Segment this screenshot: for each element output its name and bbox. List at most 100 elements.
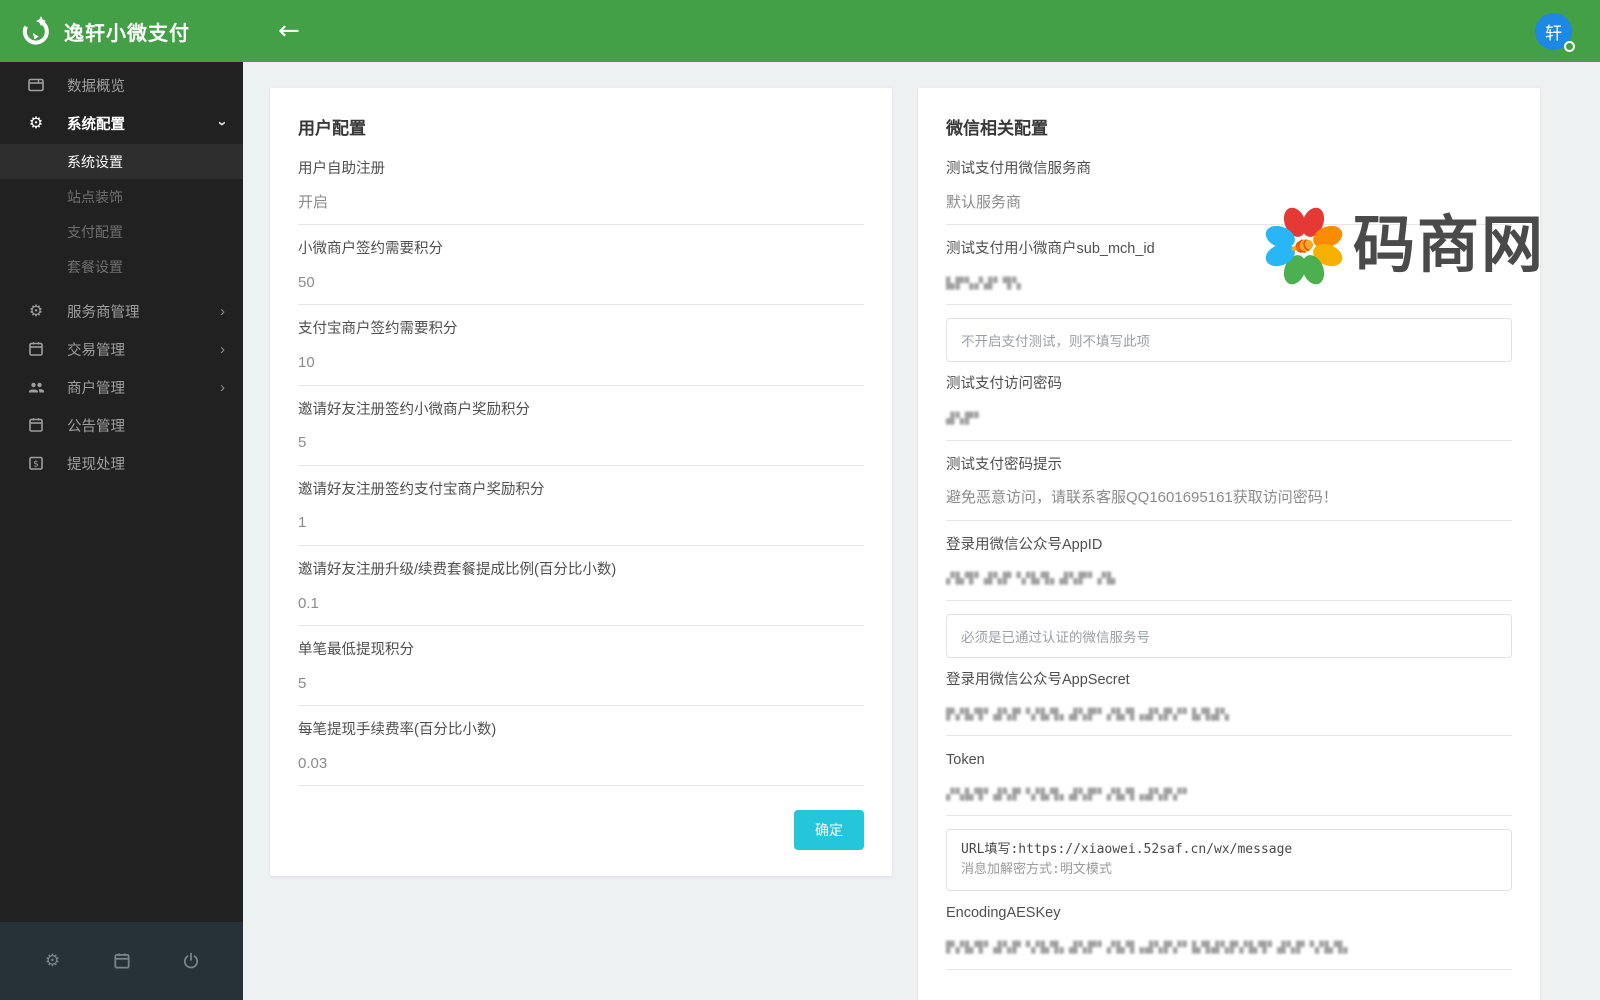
sidebar-item-label: 商户管理 [67, 380, 125, 397]
appid-input[interactable]: ▞▙▜▘▟▚▛▝▞▙▜▖▟▚▛▘▞▙ [946, 570, 1512, 601]
appsecret-input[interactable]: ▛▞▙▜▘▟▚▛▝▞▙▜▖▟▚▛▘▞▙▜▗▟▚▛▞▘▙▜▟▚ [946, 706, 1512, 737]
redacted-value: ▛▞▙▜▘▟▚▛▝▞▙▜▖▟▚▛▘▞▙▜▗▟▚▛▞▘▙▜▟▚ [946, 707, 1230, 721]
user-config-card: 用户配置 用户自助注册 开启 小微商户签约需要积分 50 支付宝商户签约需要积分… [270, 88, 892, 877]
form-field-withdraw-fee-rate: 每笔提现手续费率(百分比小数) 0.03 [298, 722, 864, 787]
form-field-test-password: 测试支付访问密码 ▟▚▛▘ [946, 376, 1512, 441]
dashboard-icon [26, 75, 46, 95]
form-field-invite-commission-ratio: 邀请好友注册升级/续费套餐提成比例(百分比小数) 0.1 [298, 562, 864, 627]
chevron-down-icon: › [214, 120, 231, 126]
sidebar-item-site-decoration[interactable]: 站点装饰 [0, 179, 243, 214]
brand: 逸轩小微支付 [0, 14, 243, 48]
field-label: 测试支付用小微商户sub_mch_id [946, 241, 1155, 258]
field-label: Token [946, 752, 985, 769]
sidebar-item-system-config[interactable]: ⚙ 系统配置 › [0, 104, 243, 142]
appid-hint-input[interactable]: 必须是已通过认证的微信服务号 [946, 613, 1512, 658]
sidebar: 数据概览 ⚙ 系统配置 › 系统设置 站点装饰 支付配置 套餐设置 ⚙ 服务商管… [0, 62, 243, 1000]
redacted-value: ▙▛▚▞▟▘▜▚ [946, 276, 1022, 290]
form-field-token: Token ▞▚▙▜▘▟▚▛▝▞▙▜▖▟▚▛▘▞▙▜▗▟▚▛▞▘ URL填写:h… [946, 752, 1512, 892]
sidebar-item-label: 系统配置 [67, 116, 125, 133]
form-field-appsecret: 登录用微信公众号AppSecret ▛▞▙▜▘▟▚▛▝▞▙▜▖▟▚▛▘▞▙▜▗▟… [946, 671, 1512, 737]
field-label: 登录用微信公众号AppID [946, 536, 1103, 553]
sidebar-menu: 数据概览 ⚙ 系统配置 › 系统设置 站点装饰 支付配置 套餐设置 ⚙ 服务商管… [0, 62, 243, 922]
test-provider-select[interactable]: 默认服务商 [946, 194, 1512, 226]
sidebar-item-withdrawal-processing[interactable]: $ 提现处理 [0, 444, 243, 482]
redacted-value: ▛▞▙▜▘▟▚▛▝▞▙▜▖▟▚▛▘▞▙▜▗▟▚▛▞▘▙▜▟▚▛▞▙▜▘▟▚▛▝▞… [946, 941, 1353, 955]
form-field-encoding-aeskey: EncodingAESKey ▛▞▙▜▘▟▚▛▝▞▙▜▖▟▚▛▘▞▙▜▗▟▚▛▞… [946, 905, 1512, 970]
settings-icon[interactable]: ⚙ [42, 950, 64, 972]
token-input[interactable]: ▞▚▙▜▘▟▚▛▝▞▙▜▖▟▚▛▘▞▙▜▗▟▚▛▞▘ [946, 786, 1512, 817]
sub-mch-id-hint-input[interactable]: 不开启支付测试，则不填写此项 [946, 318, 1512, 363]
wechat-config-card: 微信相关配置 测试支付用微信服务商 默认服务商 测试支付用小微商户sub_mch… [918, 88, 1540, 1000]
form-field-password-hint: 测试支付密码提示 避免恶意访问，请联系客服QQ1601695161获取访问密码！ [946, 457, 1512, 521]
encoding-aeskey-input[interactable]: ▛▞▙▜▘▟▚▛▝▞▙▜▖▟▚▛▘▞▙▜▗▟▚▛▞▘▙▜▟▚▛▞▙▜▘▟▚▛▝▞… [946, 939, 1512, 970]
submenu-label: 系统设置 [67, 153, 123, 170]
sidebar-item-system-settings[interactable]: 系统设置 [0, 144, 243, 179]
field-label: 小微商户签约需要积分 [298, 241, 443, 258]
field-label: 单笔最低提现积分 [298, 642, 414, 659]
invite-alipay-reward-input[interactable]: 1 [298, 515, 864, 546]
user-config-confirm-button[interactable]: 确定 [794, 810, 864, 851]
field-label: 每笔提现手续费率(百分比小数) [298, 722, 497, 739]
sidebar-item-label: 公告管理 [67, 418, 125, 435]
token-url-line: URL填写:https://xiaowei.52saf.cn/wx/messag… [961, 842, 1293, 858]
svg-text:$: $ [33, 459, 39, 469]
field-label: 邀请好友注册签约支付宝商户奖励积分 [298, 481, 545, 498]
chevron-right-icon: › [220, 340, 225, 358]
sidebar-item-payment-config[interactable]: 支付配置 [0, 214, 243, 249]
submenu-label: 站点装饰 [67, 188, 123, 205]
test-password-input[interactable]: ▟▚▛▘ [946, 410, 1512, 441]
card-title: 用户配置 [298, 119, 366, 138]
sidebar-item-label: 服务商管理 [67, 304, 140, 321]
sidebar-bottom-bar: ⚙ [0, 922, 243, 1000]
app-header: 逸轩小微支付 ← 轩 [0, 0, 1600, 62]
chevron-right-icon: › [220, 378, 225, 396]
power-icon[interactable] [180, 950, 202, 972]
form-field-invite-micro-reward: 邀请好友注册签约小微商户奖励积分 5 [298, 402, 864, 466]
submenu-label: 套餐设置 [67, 258, 123, 275]
online-status-badge [1564, 40, 1575, 52]
people-icon [26, 377, 46, 397]
sidebar-item-package-settings[interactable]: 套餐设置 [0, 249, 243, 284]
gear-icon: ⚙ [28, 115, 44, 132]
back-arrow-icon[interactable]: ← [278, 18, 300, 44]
sidebar-item-announcement-management[interactable]: 公告管理 [0, 406, 243, 444]
submenu-label: 支付配置 [67, 223, 123, 240]
system-config-submenu: 系统设置 站点装饰 支付配置 套餐设置 [0, 144, 243, 284]
sidebar-item-label: 交易管理 [67, 342, 125, 359]
invite-micro-reward-input[interactable]: 5 [298, 435, 864, 466]
redacted-value: ▟▚▛▘ [946, 412, 984, 426]
form-field-alipay-sign-points: 支付宝商户签约需要积分 10 [298, 321, 864, 386]
withdraw-fee-rate-input[interactable]: 0.03 [298, 755, 864, 787]
sidebar-item-merchant-management[interactable]: 商户管理 › [0, 368, 243, 406]
sub-mch-id-input[interactable]: ▙▛▚▞▟▘▜▚ [946, 275, 1512, 306]
field-label: 用户自助注册 [298, 161, 385, 177]
chevron-right-icon: › [220, 302, 225, 320]
form-field-min-withdraw-points: 单笔最低提现积分 5 [298, 642, 864, 707]
token-url-info-box: URL填写:https://xiaowei.52saf.cn/wx/messag… [946, 829, 1512, 892]
field-label: 支付宝商户签约需要积分 [298, 321, 458, 338]
calendar-icon [26, 415, 46, 435]
calendar-icon[interactable] [111, 950, 133, 972]
form-field-self-register: 用户自助注册 开启 [298, 161, 864, 226]
alipay-sign-points-input[interactable]: 10 [298, 354, 864, 386]
card-title: 微信相关配置 [946, 119, 1048, 138]
gear-icon: ⚙ [28, 303, 44, 320]
main-content: 用户配置 用户自助注册 开启 小微商户签约需要积分 50 支付宝商户签约需要积分… [243, 62, 1600, 1000]
min-withdraw-points-input[interactable]: 5 [298, 675, 864, 707]
field-label: 登录用微信公众号AppSecret [946, 671, 1130, 688]
token-encrypt-mode-line: 消息加解密方式:明文模式 [961, 862, 1112, 878]
app-logo-icon [18, 14, 52, 48]
withdraw-icon: $ [26, 453, 46, 473]
field-label: EncodingAESKey [946, 905, 1061, 922]
micro-sign-points-input[interactable]: 50 [298, 274, 864, 306]
field-label: 测试支付用微信服务商 [946, 161, 1091, 177]
calendar-icon [26, 339, 46, 359]
password-hint-input[interactable]: 避免恶意访问，请联系客服QQ1601695161获取访问密码！ [946, 490, 1512, 521]
redacted-value: ▞▙▜▘▟▚▛▝▞▙▜▖▟▚▛▘▞▙ [946, 572, 1117, 586]
sidebar-item-data-overview[interactable]: 数据概览 [0, 66, 243, 104]
invite-commission-ratio-input[interactable]: 0.1 [298, 595, 864, 627]
sidebar-item-provider-management[interactable]: ⚙ 服务商管理 › [0, 292, 243, 330]
sidebar-item-transaction-management[interactable]: 交易管理 › [0, 330, 243, 368]
form-field-invite-alipay-reward: 邀请好友注册签约支付宝商户奖励积分 1 [298, 482, 864, 546]
self-register-input[interactable]: 开启 [298, 194, 864, 226]
